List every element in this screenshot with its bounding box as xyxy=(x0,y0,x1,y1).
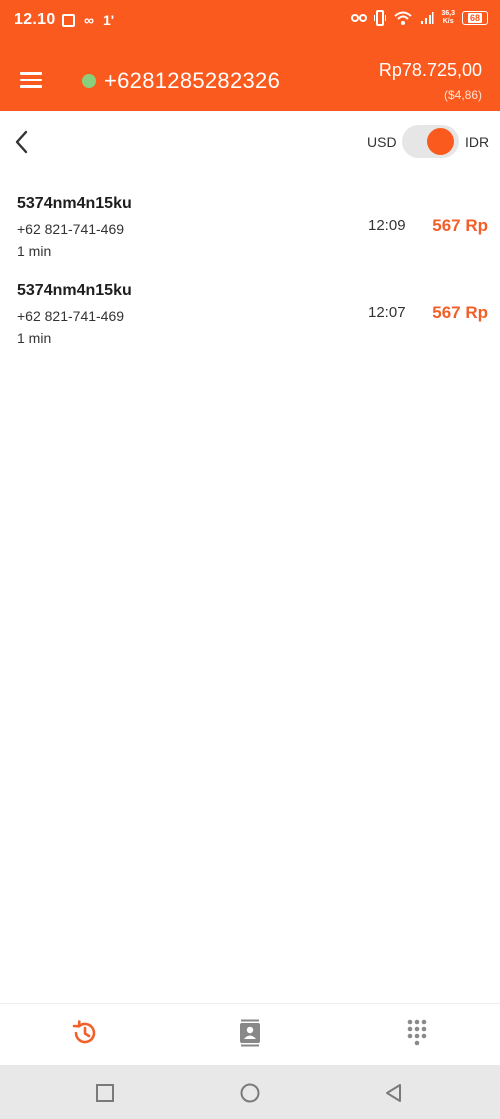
call-list-item[interactable]: 5374nm4n15ku +62 821-741-469 1 min 12:09… xyxy=(0,195,500,275)
balance-amount[interactable]: Rp78.725,00 xyxy=(379,60,482,81)
toggle-thumb xyxy=(427,128,454,155)
cell-signal-icon xyxy=(421,12,434,24)
call-number: +62 821-741-469 xyxy=(17,308,125,324)
back-triangle-icon xyxy=(386,1084,401,1102)
battery-level: 68 xyxy=(467,13,482,23)
recents-square-icon xyxy=(96,1084,114,1102)
status-left-icons: ∞ 1' xyxy=(62,11,114,29)
history-icon xyxy=(72,1020,96,1044)
call-time: 12:07 xyxy=(368,304,406,321)
system-back-button[interactable] xyxy=(383,1082,405,1104)
chevron-left-icon xyxy=(15,130,28,154)
status-time: 12.10 xyxy=(14,11,56,28)
menu-icon-line xyxy=(20,85,42,88)
currency-idr-label: IDR xyxy=(465,134,490,150)
menu-icon-line xyxy=(20,72,42,75)
notification-app-icon xyxy=(62,13,75,27)
home-button[interactable] xyxy=(239,1082,261,1104)
home-circle-icon xyxy=(240,1083,260,1103)
balance-usd: ($4,86) xyxy=(443,88,482,102)
call-duration: 1 min xyxy=(17,330,52,346)
wifi-icon xyxy=(394,11,413,25)
menu-button[interactable] xyxy=(20,72,42,88)
app-bar: +6281285282326 Rp78.725,00 ($4,86) xyxy=(0,42,500,111)
nav-contacts-tab[interactable] xyxy=(235,1018,265,1048)
nav-dialpad-tab[interactable] xyxy=(402,1018,432,1048)
call-name: 5374nm4n15ku xyxy=(17,195,132,212)
account-phone-number[interactable]: +6281285282326 xyxy=(104,68,280,94)
status-bar: 12.10 ∞ 1' 36,3 K/s 68 xyxy=(0,0,500,42)
call-name: 5374nm4n15ku xyxy=(17,282,132,299)
nav-history-tab[interactable] xyxy=(70,1018,100,1048)
history-toolbar: USD IDR xyxy=(0,111,500,171)
call-list-item[interactable]: 5374nm4n15ku +62 821-741-469 1 min 12:07… xyxy=(0,282,500,362)
online-status-dot xyxy=(82,74,96,88)
recents-button[interactable] xyxy=(94,1082,116,1104)
net-speed-unit: K/s xyxy=(442,18,454,25)
vibrate-icon xyxy=(374,10,387,26)
call-duration: 1 min xyxy=(17,243,52,259)
call-cost: 567 Rp xyxy=(432,303,488,322)
back-button[interactable] xyxy=(12,129,32,155)
voicemail-icon: ∞ xyxy=(84,12,94,28)
key-icon xyxy=(351,14,368,22)
network-speed: 36,3 K/s xyxy=(441,10,455,26)
battery-icon: 68 xyxy=(462,11,488,25)
currency-usd-label: USD xyxy=(367,134,397,150)
call-number: +62 821-741-469 xyxy=(17,221,125,237)
menu-icon-line xyxy=(20,78,42,81)
status-right-icons: 36,3 K/s 68 xyxy=(351,10,488,26)
bottom-navigation xyxy=(0,1003,500,1065)
system-navigation-bar xyxy=(0,1065,500,1119)
currency-toggle[interactable] xyxy=(402,124,459,159)
dialpad-icon xyxy=(407,1019,427,1046)
net-speed-value: 36,3 xyxy=(441,10,455,17)
signal-indicator-icon: 1' xyxy=(102,12,115,28)
call-time: 12:09 xyxy=(368,217,406,234)
contacts-icon xyxy=(240,1019,260,1047)
call-cost: 567 Rp xyxy=(432,216,488,235)
